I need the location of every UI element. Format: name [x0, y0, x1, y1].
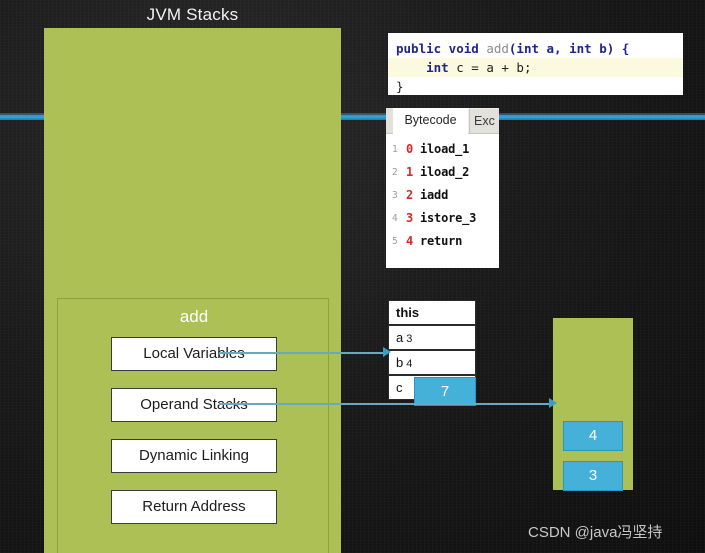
bytecode-opcode: return — [420, 234, 463, 248]
bytecode-row: 1 0 iload_1 — [386, 138, 499, 161]
stack-frame-add: add Local Variables Operand Stacks Dynam… — [57, 298, 329, 553]
operand-stack-cell: 3 — [563, 461, 623, 491]
bytecode-row: 3 2 iadd — [386, 184, 499, 207]
bytecode-line-number: 2 — [392, 167, 398, 178]
table-row: this — [388, 300, 476, 325]
lv-name: c — [396, 380, 403, 395]
code-signature-rest: (int a, int b) { — [508, 41, 630, 56]
watermark: CSDN @java冯坚持 — [528, 524, 663, 541]
code-keyword-public-void: public void — [396, 41, 479, 56]
bytecode-opcode: istore_3 — [420, 211, 477, 225]
code-keyword-int: int — [396, 60, 449, 75]
bytecode-line-number: 1 — [392, 144, 398, 155]
arrow-operand-stacks-line — [219, 403, 553, 405]
table-row: b4 — [388, 350, 476, 375]
code-line-2-highlighted: int c = a + b; — [388, 58, 683, 77]
lv-name: a — [396, 330, 404, 345]
page-title: JVM Stacks — [146, 5, 239, 24]
bytecode-opcode: iload_1 — [420, 142, 470, 156]
local-variable-value-highlight: 7 — [414, 377, 476, 406]
lv-index: 4 — [406, 358, 413, 370]
bytecode-row: 4 3 istore_3 — [386, 207, 499, 230]
bytecode-offset: 4 — [406, 234, 414, 248]
frame-box-dynamic-linking[interactable]: Dynamic Linking — [111, 439, 277, 473]
bytecode-line-number: 4 — [392, 213, 398, 224]
bytecode-row: 2 1 iload_2 — [386, 161, 499, 184]
bytecode-opcode: iadd — [420, 188, 449, 202]
jvm-stacks-panel: add Local Variables Operand Stacks Dynam… — [44, 28, 341, 553]
code-method-name: add — [478, 41, 509, 56]
code-line-3: } — [396, 77, 404, 96]
source-code-panel: public void add(int a, int b) { int c = … — [388, 33, 683, 95]
bytecode-offset: 0 — [406, 142, 414, 156]
lv-index: 3 — [406, 333, 413, 345]
lv-name: b — [396, 355, 404, 370]
code-expression: c = a + b; — [448, 60, 532, 75]
bytecode-line-number: 5 — [392, 236, 398, 247]
arrow-local-variables-head-icon — [383, 347, 391, 357]
lv-name: this — [396, 305, 420, 320]
bytecode-line-number: 3 — [392, 190, 398, 201]
bytecode-panel: Bytecode Exc 1 0 iload_1 2 1 iload_2 3 2… — [386, 108, 499, 268]
arrow-local-variables-line — [219, 352, 387, 354]
bytecode-opcode: iload_2 — [420, 165, 470, 179]
arrow-operand-stacks-head-icon — [549, 398, 557, 408]
frame-box-operand-stacks[interactable]: Operand Stacks — [111, 388, 277, 422]
tab-exceptions[interactable]: Exc — [469, 109, 499, 133]
stack-frame-title: add — [179, 307, 209, 326]
bytecode-offset: 3 — [406, 211, 414, 225]
bytecode-row: 5 4 return — [386, 230, 499, 253]
tab-bytecode[interactable]: Bytecode — [393, 108, 468, 134]
table-row: a3 — [388, 325, 476, 350]
bytecode-offset: 2 — [406, 188, 414, 202]
operand-stack-panel: 4 3 — [553, 318, 633, 491]
code-line-1: public void add(int a, int b) { — [396, 39, 629, 58]
code-closing-brace: } — [396, 79, 404, 94]
operand-stack-cell: 4 — [563, 421, 623, 451]
frame-box-return-address[interactable]: Return Address — [111, 490, 277, 524]
bytecode-tab-bar: Bytecode Exc — [386, 108, 499, 134]
frame-box-local-variables[interactable]: Local Variables — [111, 337, 277, 371]
bytecode-offset: 1 — [406, 165, 414, 179]
